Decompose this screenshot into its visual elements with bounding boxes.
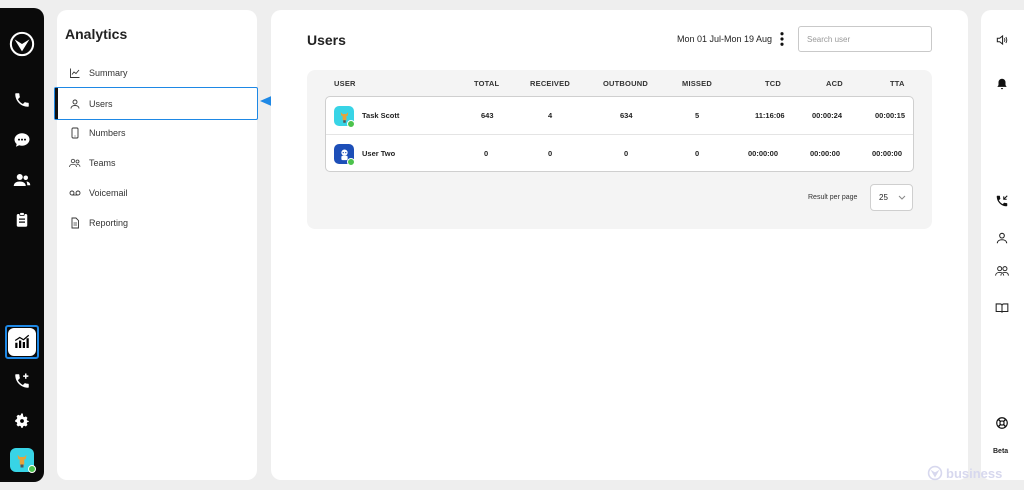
analytics-icon[interactable] xyxy=(8,328,36,356)
incoming-call-icon[interactable] xyxy=(994,193,1010,209)
page-title: Users xyxy=(307,32,346,48)
sidebar-item-label: Reporting xyxy=(89,218,129,228)
search-user-input[interactable] xyxy=(798,26,932,52)
brand-logo-icon xyxy=(927,465,943,481)
column-header-user[interactable]: USER xyxy=(334,79,356,88)
cell-tcd: 00:00:00 xyxy=(748,149,779,158)
results-per-page-select[interactable]: 25 xyxy=(870,184,913,211)
cell-outbound: 0 xyxy=(624,149,629,158)
sidebar-item-label: Voicemail xyxy=(89,188,128,198)
user-name[interactable]: User Two xyxy=(362,149,395,158)
beta-label: Beta xyxy=(993,448,1009,455)
brand-watermark: business xyxy=(926,465,1002,481)
sidebar-item-label: Summary xyxy=(89,68,128,78)
call-add-icon[interactable] xyxy=(12,371,32,391)
sidebar-item-users[interactable]: Users xyxy=(54,87,258,120)
settings-gear-icon[interactable] xyxy=(12,411,32,431)
cell-outbound: 634 xyxy=(620,111,633,120)
online-status-dot xyxy=(347,120,355,128)
column-header-tcd[interactable]: TCD xyxy=(765,79,781,88)
notes-icon[interactable] xyxy=(12,210,32,230)
results-per-page-label: Result per page xyxy=(808,194,858,201)
speaker-icon[interactable] xyxy=(994,32,1010,48)
cell-acd: 00:00:24 xyxy=(812,111,843,120)
online-status-dot xyxy=(347,158,355,166)
sidebar-item-reporting[interactable]: Reporting xyxy=(57,208,257,238)
chat-icon[interactable] xyxy=(12,130,32,150)
brand-text: business xyxy=(946,465,1003,481)
results-per-page-value: 25 xyxy=(879,193,888,202)
sidebar-item-label: Users xyxy=(89,98,113,109)
voicemail-icon xyxy=(69,190,81,196)
date-range-picker[interactable]: Mon 01 Jul-Mon 19 Aug xyxy=(677,34,772,44)
left-rail xyxy=(0,8,44,482)
sidebar-item-label: Teams xyxy=(89,158,116,168)
table-row[interactable]: Task Scott 643 4 634 5 11:16:06 00:00:24… xyxy=(326,97,913,134)
users-table: USER TOTAL RECEIVED OUTBOUND MISSED TCD … xyxy=(307,70,932,229)
cell-tta: 00:00:15 xyxy=(875,111,906,120)
sidebar-item-label: Numbers xyxy=(89,128,126,138)
cell-missed: 0 xyxy=(695,149,700,158)
sidebar-title: Analytics xyxy=(65,26,128,42)
phone-icon[interactable] xyxy=(12,90,32,110)
phone-device-icon xyxy=(71,127,79,139)
column-header-missed[interactable]: MISSED xyxy=(682,79,712,88)
cell-tta: 00:00:00 xyxy=(872,149,903,158)
person-icon[interactable] xyxy=(994,230,1010,246)
sidebar-item-numbers[interactable]: Numbers xyxy=(57,118,257,148)
cell-total: 643 xyxy=(481,111,494,120)
book-icon[interactable] xyxy=(994,300,1010,316)
analytics-sidebar: Analytics Summary Users Numbers Teams Vo… xyxy=(54,10,258,480)
column-header-total[interactable]: TOTAL xyxy=(474,79,499,88)
table-row[interactable]: User Two 0 0 0 0 00:00:00 00:00:00 00:00… xyxy=(326,134,913,171)
app-logo-icon[interactable] xyxy=(8,30,36,58)
chart-line-icon xyxy=(70,68,80,78)
bell-icon[interactable] xyxy=(994,76,1010,92)
column-header-received[interactable]: RECEIVED xyxy=(530,79,570,88)
main-panel: Users Mon 01 Jul-Mon 19 Aug USER TOTAL R… xyxy=(271,10,968,480)
help-lifebuoy-icon[interactable] xyxy=(994,415,1010,431)
chevron-down-icon xyxy=(898,195,906,200)
column-header-tta[interactable]: TTA xyxy=(890,79,905,88)
contacts-icon[interactable] xyxy=(12,170,32,190)
user-icon xyxy=(70,99,80,109)
sidebar-item-teams[interactable]: Teams xyxy=(57,148,257,178)
column-header-acd[interactable]: ACD xyxy=(826,79,843,88)
cell-tcd: 11:16:06 xyxy=(755,111,785,120)
group-icon[interactable] xyxy=(994,263,1010,279)
cell-received: 4 xyxy=(548,111,553,120)
document-icon xyxy=(71,217,79,229)
team-icon xyxy=(69,158,81,168)
cell-acd: 00:00:00 xyxy=(810,149,841,158)
more-options-icon[interactable] xyxy=(776,30,788,48)
cell-received: 0 xyxy=(548,149,553,158)
online-status-dot xyxy=(28,465,36,473)
column-header-outbound[interactable]: OUTBOUND xyxy=(603,79,648,88)
cell-missed: 5 xyxy=(695,111,700,120)
sidebar-item-summary[interactable]: Summary xyxy=(57,58,257,88)
cell-total: 0 xyxy=(484,149,489,158)
sidebar-item-voicemail[interactable]: Voicemail xyxy=(57,178,257,208)
user-name[interactable]: Task Scott xyxy=(362,111,399,120)
table-body: Task Scott 643 4 634 5 11:16:06 00:00:24… xyxy=(325,96,914,172)
right-rail: Beta xyxy=(981,10,1024,480)
